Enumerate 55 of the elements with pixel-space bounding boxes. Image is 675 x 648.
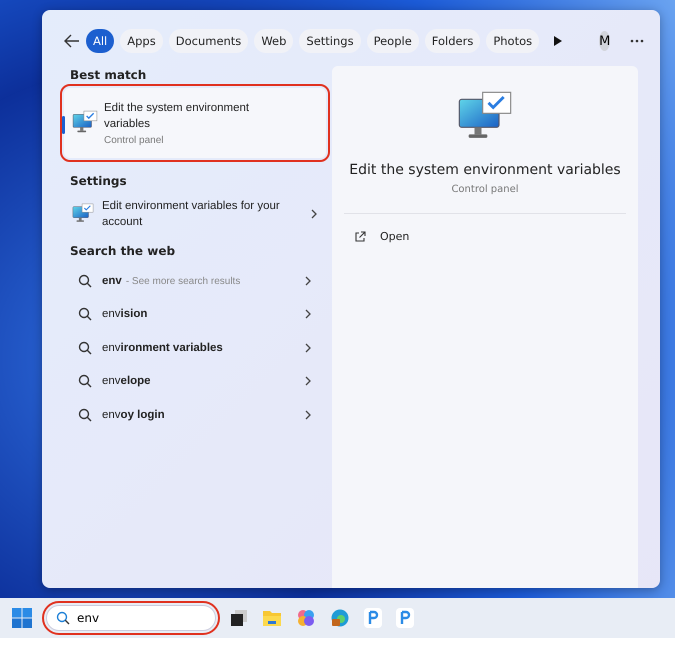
chevron-right-icon	[304, 308, 312, 320]
monitor-check-icon	[72, 203, 94, 225]
more-options-button[interactable]	[630, 39, 644, 43]
task-view-icon[interactable]	[230, 609, 248, 627]
folder-icon[interactable]	[262, 609, 282, 627]
letter-p-icon[interactable]	[364, 608, 382, 628]
chevron-right-icon	[310, 208, 318, 220]
web-suggestion[interactable]: env - See more search results	[64, 264, 326, 298]
search-icon	[78, 340, 92, 355]
section-heading: Settings	[70, 174, 128, 188]
play-icon	[553, 35, 564, 47]
filter-tab[interactable]: Documents	[168, 29, 248, 53]
result-type: Control panel	[104, 135, 164, 146]
chevron-right-icon	[304, 408, 312, 421]
filter-tab[interactable]: People	[366, 29, 419, 53]
chevron-right-icon	[304, 342, 312, 354]
filter-tab[interactable]: Apps	[120, 29, 163, 53]
open-action[interactable]: Open	[344, 226, 420, 247]
filter-tab[interactable]: Web	[254, 29, 294, 53]
search-icon	[78, 408, 92, 422]
detail-title: Edit the system environment variables	[349, 162, 621, 178]
suggestion-text: env	[102, 274, 122, 287]
detail-type: Control panel	[451, 184, 519, 195]
filter-tab[interactable]: All	[86, 29, 114, 53]
search-icon	[78, 307, 92, 322]
colorful-flower-icon[interactable]	[296, 608, 316, 628]
section-heading: Search the web	[70, 244, 176, 258]
search-icon	[56, 611, 70, 625]
chevron-right-icon	[304, 274, 312, 287]
back-button[interactable]	[64, 34, 80, 48]
result-title: Edit the system environment variables	[104, 101, 250, 132]
filter-tab[interactable]: Photos	[486, 29, 540, 53]
selection-indicator	[62, 116, 65, 134]
filter-tab[interactable]: Folders	[424, 29, 480, 53]
filter-tab[interactable]: Settings	[299, 29, 361, 53]
chevron-right-icon	[304, 375, 312, 388]
search-icon	[78, 374, 92, 388]
web-suggestion[interactable]: envoy login	[64, 398, 326, 432]
web-suggestion[interactable]: envision	[64, 298, 326, 331]
external-link-icon	[354, 230, 366, 242]
start-button[interactable]	[12, 608, 32, 628]
suggestion-text: envelope	[102, 375, 151, 388]
section-heading: Best match	[70, 68, 148, 82]
account-avatar[interactable]: M	[599, 31, 610, 51]
browser-icon[interactable]	[330, 608, 350, 628]
suggestion-hint: - See more search results	[126, 276, 240, 287]
suggestion-text: envoy login	[102, 408, 165, 421]
taskbar-search-field[interactable]: env	[46, 605, 216, 631]
suggestion-text: environment variables	[102, 342, 223, 354]
settings-result[interactable]: Edit environment variables for your account	[64, 194, 326, 234]
search-icon	[78, 274, 92, 288]
web-suggestion[interactable]: envelope	[64, 364, 326, 398]
suggestion-text: envision	[102, 308, 148, 320]
letter-p-icon[interactable]	[396, 608, 414, 628]
web-suggestion[interactable]: environment variables	[64, 331, 326, 364]
